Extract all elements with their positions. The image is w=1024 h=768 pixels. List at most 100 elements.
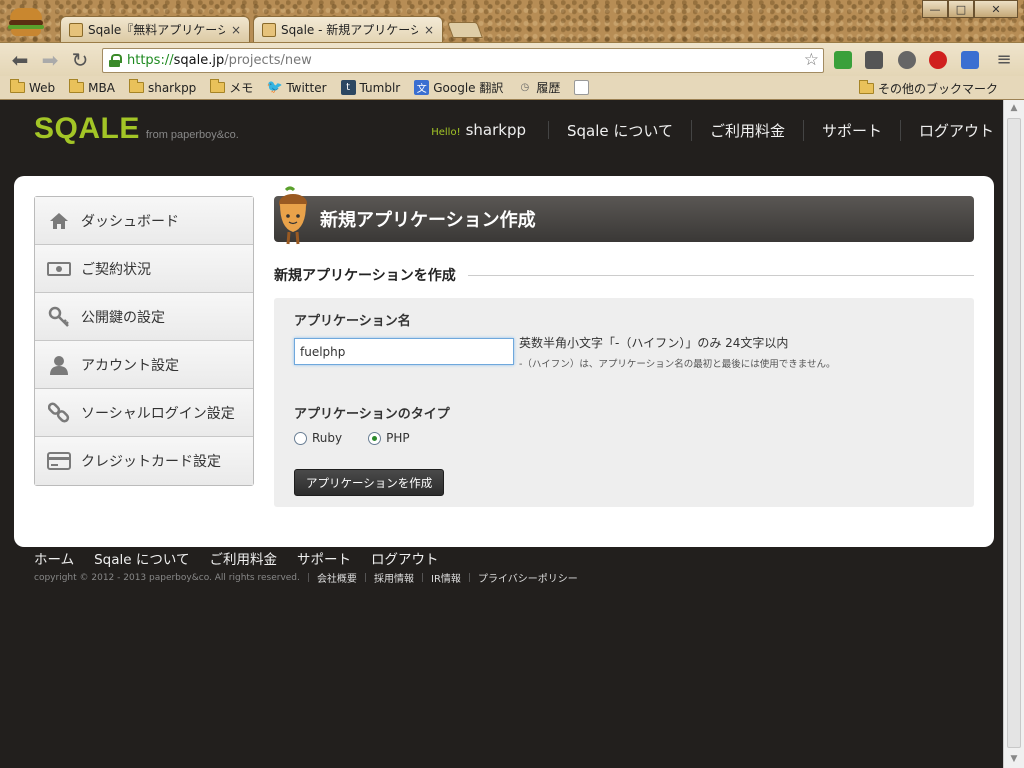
sidebar-item-label: 公開鍵の設定 [81,309,165,326]
footer-link-recruit[interactable]: 採用情報 [374,570,414,585]
sidebar-item-public-key[interactable]: 公開鍵の設定 [35,293,253,341]
close-tab-icon[interactable]: × [424,23,434,37]
back-arrow-icon[interactable]: ⬅ [8,48,32,72]
bookmark-label: 履歴 [536,81,561,95]
nav-about[interactable]: Sqale について [549,119,692,141]
new-tab-button[interactable] [447,22,483,38]
logo-text: SQALE [34,112,140,145]
header-nav: Hello! sharkpp Sqale について ご利用料金 サポート ログア… [431,116,994,144]
bookmark-tumblr[interactable]: t Tumblr [340,80,401,95]
bookmark-sharkpp[interactable]: sharkpp [128,79,196,95]
other-bookmarks[interactable]: その他のブックマーク [858,80,998,97]
scroll-down-arrow-icon[interactable]: ▼ [1004,751,1024,768]
section-title: 新規アプリケーションを作成 [274,268,456,284]
other-bookmarks-label: その他のブックマーク [877,82,998,96]
window-controls: — □ ✕ [922,0,1018,18]
sidebar-item-credit-card[interactable]: クレジットカード設定 [35,437,253,485]
bookmark-page[interactable] [574,80,593,95]
vertical-scrollbar[interactable]: ▲ ▼ [1003,100,1024,768]
app-name-label: アプリケーション名 [294,314,411,329]
footer-link-about[interactable]: Sqale について [94,548,189,568]
sidebar-item-social-login[interactable]: ソーシャルログイン設定 [35,389,253,437]
sqale-logo[interactable]: SQALE from paperboy&co. [34,112,239,146]
separator: | [467,572,471,583]
tab-title: Sqale - 新規アプリケーション作成 [281,23,418,37]
bookmark-history[interactable]: ◷ 履歴 [517,79,560,96]
minimize-button[interactable]: — [922,0,948,18]
nav-pricing[interactable]: ご利用料金 [692,119,804,141]
copyright-text: copyright © 2012 - 2013 paperboy&co. All… [34,572,300,583]
reload-icon[interactable]: ↻ [68,48,92,72]
page-icon [574,80,590,95]
hello-label: Hello! [431,127,461,138]
sidebar-item-label: クレジットカード設定 [81,454,221,470]
url-scheme: https:// [127,53,174,68]
bookmark-google-translate[interactable]: 文 Google 翻訳 [414,79,503,96]
app-type-label: アプリケーションのタイプ [294,407,450,422]
sidebar: ダッシュボード ご契約状況 公開鍵の設定 アカウント設定 ソーシャルログイン設定… [34,196,254,486]
bookmark-twitter[interactable]: 🐦 Twitter [267,80,327,95]
bookmark-memo[interactable]: メモ [210,79,253,96]
radio-php-label[interactable]: PHP [386,431,410,445]
nav-support[interactable]: サポート [804,119,901,141]
extension-glasses-icon[interactable] [865,51,883,69]
extension-translate-icon[interactable] [961,51,979,69]
footer-copyright-row: copyright © 2012 - 2013 paperboy&co. All… [34,570,578,586]
app-name-note: -（ハイフン）は、アプリケーション名の最初と最後には使用できません。 [519,359,836,370]
bookmark-web[interactable]: Web [10,79,55,95]
money-icon [47,258,71,280]
close-tab-icon[interactable]: × [231,23,241,37]
sidebar-item-account[interactable]: アカウント設定 [35,341,253,389]
extension-stop-icon[interactable] [929,51,947,69]
sidebar-item-label: ご契約状況 [81,261,151,278]
app-name-input[interactable] [294,338,514,365]
sqale-favicon-icon [69,22,83,37]
bookmark-label: Twitter [286,80,327,95]
bookmark-label: Tumblr [359,80,401,95]
nav-logout[interactable]: ログアウト [901,120,994,141]
sidebar-item-label: アカウント設定 [81,357,179,374]
sidebar-item-contract[interactable]: ご契約状況 [35,245,253,293]
footer-link-home[interactable]: ホーム [34,548,74,568]
browser-tab-2-active[interactable]: Sqale - 新規アプリケーション作成 × [253,16,443,42]
create-app-button[interactable]: アプリケーションを作成 [294,469,445,496]
logo-from: from paperboy&co. [145,129,239,141]
separator: | [420,572,425,583]
radio-php[interactable] [368,431,382,445]
extension-rss-icon[interactable] [898,51,916,69]
username[interactable]: sharkpp [466,121,526,139]
translate-icon: 文 [414,80,430,95]
footer-link-ir[interactable]: IR情報 [431,570,461,585]
footer-link-company[interactable]: 会社概要 [317,570,357,585]
bookmark-mba[interactable]: MBA [69,79,115,95]
radio-ruby-label[interactable]: Ruby [312,431,342,445]
url-host: sqale.jp [173,53,225,68]
separator: | [306,572,310,583]
browser-tab-1[interactable]: Sqale『無料アプリケーション1個 × [60,16,250,42]
close-window-button[interactable]: ✕ [974,0,1018,18]
bookmark-star-icon[interactable]: ☆ [804,50,819,70]
forward-arrow-icon[interactable]: ➡ [38,48,62,72]
footer-link-privacy[interactable]: プライバシーポリシー [478,570,578,585]
profile-avatar-icon[interactable] [8,6,44,38]
folder-icon [69,79,85,93]
scrollbar-thumb[interactable] [1007,118,1021,748]
footer-link-pricing[interactable]: ご利用料金 [209,548,277,568]
menu-icon[interactable]: ≡ [992,48,1016,72]
radio-ruby[interactable] [294,431,307,445]
section-divider [467,274,974,276]
section-heading: 新規アプリケーションを作成 [274,265,974,285]
bookmark-label: MBA [88,80,115,95]
maximize-button[interactable]: □ [948,0,974,18]
bookmark-label: Google 翻訳 [433,81,504,95]
scroll-up-arrow-icon[interactable]: ▲ [1004,100,1024,117]
extension-refresh-icon[interactable] [834,51,852,69]
address-bar[interactable]: https:// sqale.jp /projects/new ☆ [102,48,824,73]
sidebar-item-label: ソーシャルログイン設定 [81,405,235,422]
credit-card-icon [47,450,71,472]
folder-icon [858,80,874,94]
bookmarks-bar: Web MBA sharkpp メモ 🐦 Twitter t Tumblr 文 Goo… [0,76,1024,100]
sidebar-item-dashboard[interactable]: ダッシュボード [35,197,253,245]
footer-link-logout[interactable]: ログアウト [371,548,439,568]
footer-link-support[interactable]: サポート [297,548,351,568]
